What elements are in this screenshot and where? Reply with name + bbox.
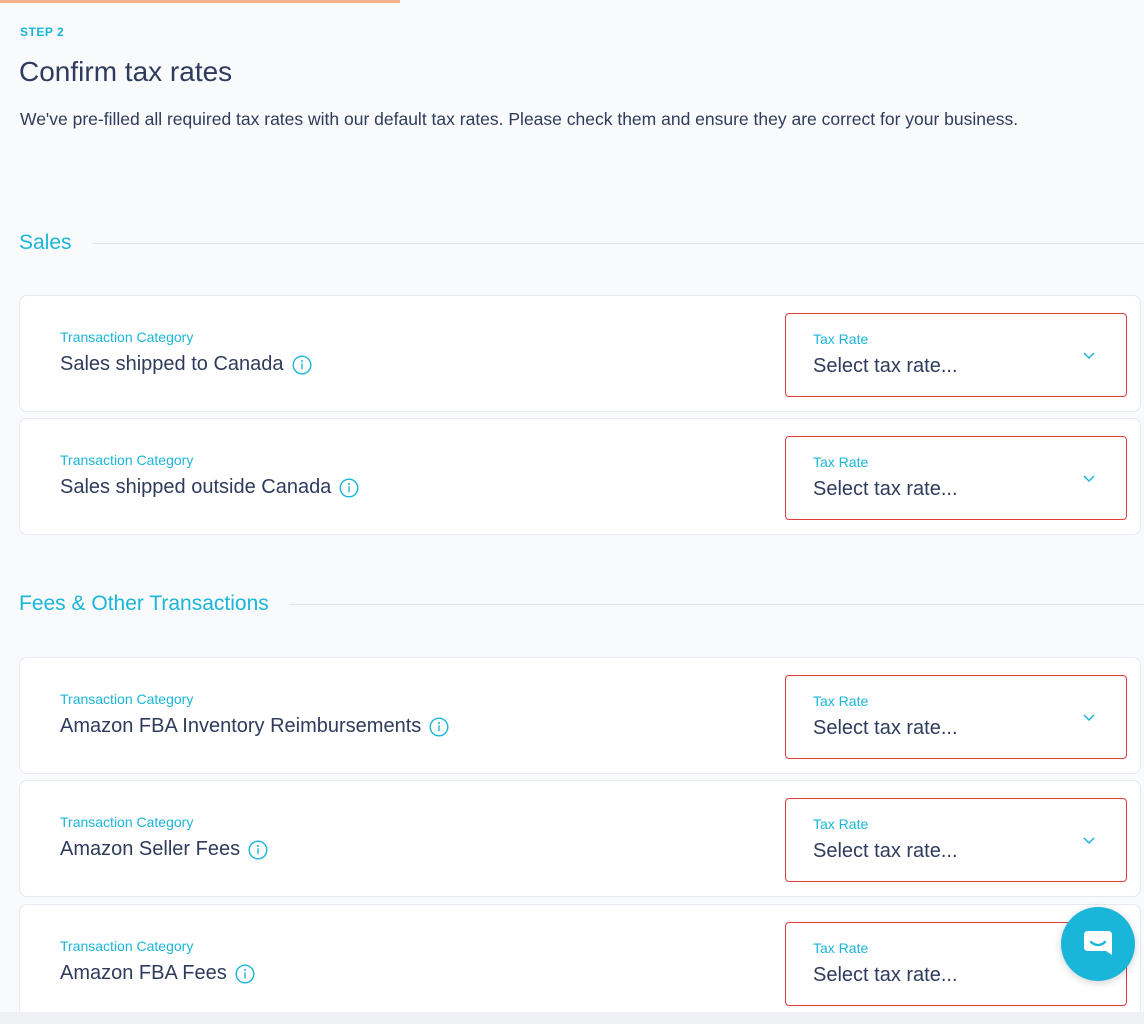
category-label: Transaction Category bbox=[60, 691, 194, 707]
category-name: Sales shipped to Canada bbox=[60, 353, 312, 376]
section-title: Fees & Other Transactions bbox=[19, 592, 269, 615]
tax-rate-placeholder: Select tax rate... bbox=[813, 717, 958, 739]
tax-rate-placeholder: Select tax rate... bbox=[813, 964, 958, 986]
tax-rate-placeholder: Select tax rate... bbox=[813, 840, 958, 862]
tax-rate-placeholder: Select tax rate... bbox=[813, 478, 958, 500]
page-title: Confirm tax rates bbox=[19, 56, 233, 87]
category-text: Sales shipped outside Canada bbox=[60, 476, 332, 498]
info-circle-icon[interactable] bbox=[291, 354, 312, 375]
section-divider bbox=[288, 603, 1144, 605]
tax-rate-placeholder: Select tax rate... bbox=[813, 355, 958, 377]
category-text: Amazon FBA Inventory Reimbursements bbox=[60, 715, 422, 737]
category-label: Transaction Category bbox=[60, 452, 194, 468]
info-circle-icon[interactable] bbox=[339, 477, 359, 498]
info-circle-icon[interactable] bbox=[429, 716, 449, 737]
tax-rate-select[interactable]: Tax Rate Select tax rate... bbox=[785, 313, 1127, 397]
tax-row-fba-inventory-reimbursements: Transaction Category Amazon FBA Inventor… bbox=[19, 657, 1141, 774]
chevron-down-icon bbox=[1083, 352, 1095, 360]
category-text: Sales shipped to Canada bbox=[60, 353, 284, 375]
section-divider bbox=[91, 242, 1144, 244]
progress-bar bbox=[0, 0, 400, 3]
tax-row-sales-canada: Transaction Category Sales shipped to Ca… bbox=[19, 295, 1141, 412]
tax-rate-label: Tax Rate bbox=[813, 693, 869, 709]
category-label: Transaction Category bbox=[60, 938, 194, 954]
tax-rate-select[interactable]: Tax Rate Select tax rate... bbox=[785, 675, 1127, 759]
tax-row-seller-fees: Transaction Category Amazon Seller Fees … bbox=[19, 780, 1141, 897]
chat-bubble-icon bbox=[1084, 931, 1112, 955]
info-circle-icon[interactable] bbox=[248, 839, 268, 860]
category-label: Transaction Category bbox=[60, 814, 194, 830]
category-label: Transaction Category bbox=[60, 329, 194, 345]
category-name: Amazon FBA Fees bbox=[60, 962, 255, 985]
tax-rate-label: Tax Rate bbox=[813, 331, 869, 347]
category-name: Sales shipped outside Canada bbox=[60, 476, 359, 499]
category-text: Amazon FBA Fees bbox=[60, 962, 227, 984]
tax-rate-label: Tax Rate bbox=[813, 940, 869, 956]
section-header-sales: Sales bbox=[19, 228, 1144, 258]
tax-row-fba-fees: Transaction Category Amazon FBA Fees Tax… bbox=[19, 904, 1141, 1021]
chevron-down-icon bbox=[1083, 475, 1095, 483]
tax-rate-label: Tax Rate bbox=[813, 454, 869, 470]
tax-rate-select[interactable]: Tax Rate Select tax rate... bbox=[785, 798, 1127, 882]
chevron-down-icon bbox=[1083, 837, 1095, 845]
bottom-edge bbox=[0, 1012, 1144, 1024]
category-name: Amazon FBA Inventory Reimbursements bbox=[60, 715, 449, 738]
section-title: Sales bbox=[19, 231, 72, 254]
category-name: Amazon Seller Fees bbox=[60, 838, 268, 861]
tax-rate-label: Tax Rate bbox=[813, 816, 869, 832]
chat-launcher-button[interactable] bbox=[1061, 907, 1135, 981]
category-text: Amazon Seller Fees bbox=[60, 838, 241, 860]
info-circle-icon[interactable] bbox=[235, 963, 255, 984]
tax-row-sales-outside-canada: Transaction Category Sales shipped outsi… bbox=[19, 418, 1141, 535]
page-description: We've pre-filled all required tax rates … bbox=[20, 109, 1019, 129]
chevron-down-icon bbox=[1083, 714, 1095, 722]
step-label: STEP 2 bbox=[20, 25, 65, 39]
section-header-fees: Fees & Other Transactions bbox=[19, 589, 1144, 619]
tax-rate-select[interactable]: Tax Rate Select tax rate... bbox=[785, 436, 1127, 520]
